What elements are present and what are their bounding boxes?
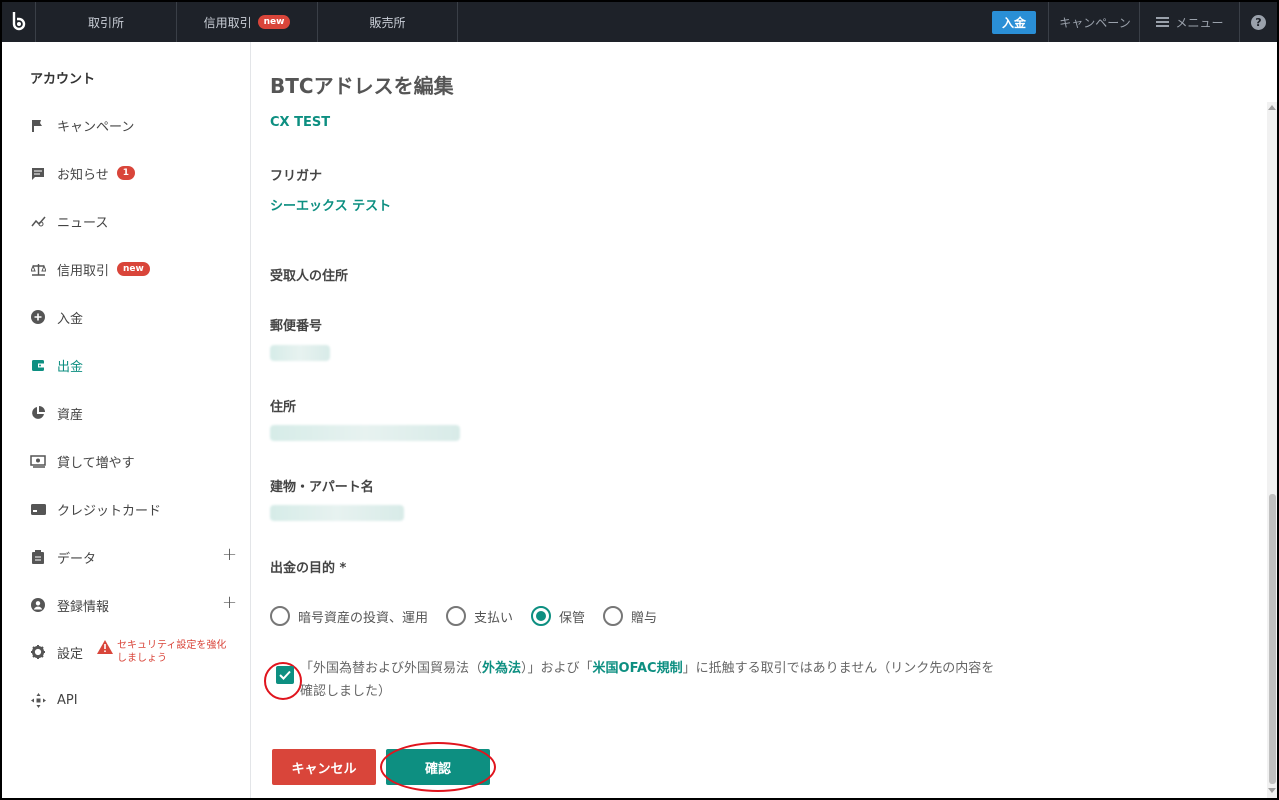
cancel-button[interactable]: キャンセル	[272, 749, 376, 785]
sidebar-title: アカウント	[30, 72, 96, 87]
main-content: BTCアドレスを編集 CX TEST フリガナ シーエックス テスト 受取人の住…	[252, 42, 1267, 798]
gear-icon	[30, 644, 46, 660]
logo-icon[interactable]	[2, 2, 36, 42]
sidebar-item-api[interactable]: API	[30, 690, 78, 710]
radio-icon	[270, 606, 290, 626]
tab-margin-trading[interactable]: 信用取引 new	[177, 2, 318, 42]
sidebar-item-registration[interactable]: 登録情報	[30, 595, 109, 615]
divider	[1048, 2, 1049, 42]
radio-icon	[603, 606, 624, 626]
sidebar-item-margin-trading[interactable]: 信用取引 new	[30, 259, 150, 279]
purpose-option-storage[interactable]: 保管	[531, 606, 585, 626]
message-icon	[30, 165, 46, 181]
sidebar-item-withdraw[interactable]: 出金	[30, 355, 83, 375]
building-label: 建物・アパート名	[270, 480, 374, 495]
expand-registration-icon[interactable]: +	[222, 592, 237, 613]
check-icon	[279, 670, 291, 680]
page-title: BTCアドレスを編集	[270, 74, 454, 98]
address-value-redacted	[270, 425, 460, 441]
postal-code-value-redacted	[270, 345, 330, 361]
sidebar-item-data[interactable]: データ	[30, 547, 96, 567]
sidebar-item-campaign[interactable]: キャンペーン	[30, 115, 134, 135]
sidebar: アカウント キャンペーン お知らせ 1 ニュース 信用取引 new 入金 出金 …	[2, 42, 251, 798]
chart-line-icon	[30, 213, 46, 229]
sidebar-item-credit-card[interactable]: クレジットカード	[30, 499, 161, 519]
scroll-up-icon[interactable]	[1268, 105, 1276, 110]
ofac-link[interactable]: 米国OFAC規制	[593, 661, 683, 676]
sidebar-item-notices[interactable]: お知らせ 1	[30, 163, 136, 183]
purpose-option-gift[interactable]: 贈与	[603, 606, 657, 626]
expand-data-icon[interactable]: +	[222, 544, 237, 565]
recipient-name: CX TEST	[270, 115, 331, 130]
hamburger-icon	[1156, 17, 1170, 27]
help-icon: ?	[1251, 14, 1266, 30]
scrollbar-thumb[interactable]	[1269, 494, 1276, 784]
credit-card-icon	[30, 501, 46, 517]
campaign-link[interactable]: キャンペーン	[1050, 2, 1140, 42]
help-button[interactable]: ?	[1240, 2, 1277, 42]
sidebar-item-settings[interactable]: 設定 セキュリティ設定を強化しましょう	[30, 638, 229, 666]
new-badge: new	[257, 15, 291, 29]
flag-icon	[30, 117, 46, 133]
compliance-checkbox[interactable]	[276, 666, 294, 684]
menu-button[interactable]: メニュー	[1140, 2, 1240, 42]
new-badge: new	[117, 262, 150, 276]
address-label: 住所	[270, 400, 297, 415]
top-nav-bar: 取引所 信用取引 new 販売所 入金 キャンペーン メニュー ?	[2, 2, 1277, 42]
confirm-button[interactable]: 確認	[386, 749, 490, 785]
sidebar-item-lending[interactable]: 貸して増やす	[30, 451, 135, 471]
pie-chart-icon	[30, 405, 46, 421]
sidebar-item-deposit[interactable]: 入金	[30, 307, 83, 327]
radio-selected-icon	[531, 606, 552, 626]
money-icon	[30, 453, 46, 469]
forex-law-link[interactable]: 外為法	[482, 661, 521, 676]
notice-count-badge: 1	[116, 166, 136, 180]
scroll-down-icon[interactable]	[1268, 788, 1276, 793]
furigana-value: シーエックス テスト	[270, 199, 392, 214]
address-section-label: 受取人の住所	[270, 269, 349, 284]
deposit-button[interactable]: 入金	[992, 11, 1036, 34]
api-icon	[30, 692, 46, 708]
furigana-label: フリガナ	[270, 169, 323, 184]
building-value-redacted	[270, 505, 404, 521]
radio-icon	[446, 606, 467, 626]
security-warning[interactable]: セキュリティ設定を強化しましょう	[97, 639, 229, 665]
purpose-radio-group: 暗号資産の投資、運用 支払い 保管 贈与	[270, 606, 675, 626]
tab-exchange[interactable]: 取引所	[36, 2, 177, 42]
tab-sales-office[interactable]: 販売所	[318, 2, 458, 42]
clipboard-icon	[30, 549, 46, 565]
purpose-label: 出金の目的 *	[270, 561, 347, 576]
purpose-option-payment[interactable]: 支払い	[446, 606, 513, 626]
plus-circle-icon	[30, 309, 46, 325]
purpose-option-investment[interactable]: 暗号資産の投資、運用	[270, 606, 428, 626]
postal-code-label: 郵便番号	[270, 319, 323, 334]
sidebar-item-news[interactable]: ニュース	[30, 211, 108, 231]
sidebar-item-assets[interactable]: 資産	[30, 403, 83, 423]
wallet-icon	[30, 357, 46, 373]
warning-icon	[97, 640, 114, 658]
compliance-text: 「外国為替および外国貿易法（外為法）」および「米国OFAC規制」に抵触する取引で…	[300, 661, 995, 699]
scale-icon	[30, 261, 46, 277]
account-icon	[30, 597, 46, 613]
